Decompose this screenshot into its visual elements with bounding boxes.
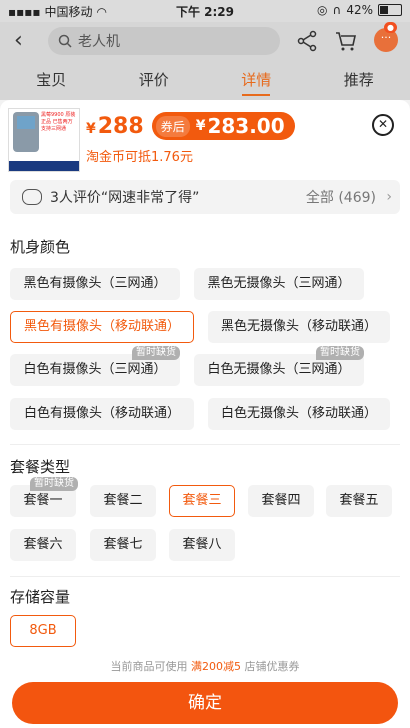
color-option[interactable]: 白色无摄像头（移动联通）	[208, 398, 390, 430]
coupon-price-badge: 券后 ¥ 283.00	[151, 112, 295, 140]
color-option[interactable]: 黑色无摄像头（三网通）	[194, 268, 364, 300]
package-option[interactable]: 套餐七	[90, 529, 156, 561]
package-option-selected[interactable]: 套餐三	[169, 485, 235, 517]
nav-bar: ‹ 老人机 ··· ●	[0, 22, 410, 60]
thumbnail-strip	[9, 161, 79, 171]
status-right: ◎ ∩ 42%	[317, 3, 402, 17]
search-placeholder: 老人机	[78, 34, 120, 50]
soldout-badge: 暂时缺货	[30, 477, 78, 491]
thumbnail-text: 黑莓9900 原装正品 已售两万 支持三网通	[41, 112, 76, 132]
price-row: ¥288 券后 ¥ 283.00	[86, 112, 295, 140]
section-title-storage: 存储容量	[10, 588, 71, 606]
color-option[interactable]: 白色有摄像头（移动联通）	[10, 398, 194, 430]
battery-icon	[378, 4, 402, 16]
tab-details[interactable]: 详情	[205, 60, 308, 100]
review-summary-bar[interactable]: 3人评价“网速非常了得” 全部 (469) ›	[10, 180, 400, 214]
tab-item[interactable]: 宝贝	[0, 60, 103, 100]
search-icon	[58, 34, 72, 48]
package-option[interactable]: 套餐六	[10, 529, 76, 561]
phone-image-icon	[13, 112, 39, 152]
cart-icon[interactable]	[334, 30, 358, 52]
soldout-badge: 暂时缺货	[316, 346, 364, 360]
section-divider	[10, 576, 400, 577]
package-option[interactable]: 套餐五	[326, 485, 392, 517]
tab-reviews[interactable]: 评价	[103, 60, 206, 100]
sku-selector-sheet: 黑莓9900 原装正品 已售两万 支持三网通 ¥288 券后 ¥ 283.00 …	[0, 100, 410, 728]
product-thumbnail[interactable]: 黑莓9900 原装正品 已售两万 支持三网通	[8, 108, 80, 172]
status-bar: ▪▪▪▪ 中国移动 ◠ 下午 2:29 ◎ ∩ 42%	[0, 0, 410, 22]
coupon-note-highlight: 满200减5	[191, 660, 241, 673]
color-option[interactable]: 黑色有摄像头（三网通）	[10, 268, 180, 300]
confirm-button[interactable]: 确定	[12, 682, 398, 724]
color-option[interactable]: 黑色无摄像头（移动联通）	[208, 311, 390, 343]
package-option[interactable]: 套餐四	[248, 485, 314, 517]
tab-recommend[interactable]: 推荐	[308, 60, 410, 100]
coupon-price: 283.00	[207, 114, 285, 138]
color-option-selected[interactable]: 黑色有摄像头（移动联通）	[10, 311, 194, 343]
chevron-right-icon: ›	[386, 189, 392, 205]
storage-option-selected[interactable]: 8GB	[10, 615, 76, 647]
coupon-currency: ¥	[195, 118, 206, 134]
battery-fill	[380, 6, 388, 14]
search-input[interactable]: 老人机	[48, 27, 280, 55]
battery-percent: 42%	[346, 3, 373, 17]
coin-note: 淘金币可抵1.76元	[86, 150, 193, 165]
price-value: 288	[97, 113, 144, 139]
section-title-color: 机身颜色	[10, 238, 71, 256]
coupon-label: 券后	[155, 115, 190, 137]
comment-icon	[22, 189, 42, 205]
headphones-icon: ∩	[332, 3, 342, 17]
coupon-note-prefix: 当前商品可使用	[110, 660, 191, 673]
coupon-note: 当前商品可使用 满200减5 店铺优惠券	[0, 658, 410, 674]
section-title-package: 套餐类型	[10, 458, 71, 476]
price: ¥288	[86, 114, 144, 139]
package-option[interactable]: 套餐二	[90, 485, 156, 517]
tab-bar: 宝贝 评价 详情 推荐	[0, 60, 410, 100]
back-button[interactable]: ‹	[14, 30, 23, 52]
share-icon[interactable]	[296, 30, 318, 52]
review-all-count: 全部 (469)	[305, 190, 376, 206]
package-option[interactable]: 套餐八	[169, 529, 235, 561]
currency-symbol: ¥	[86, 120, 96, 137]
orientation-lock-icon: ◎	[317, 3, 328, 17]
message-badge-icon: ●	[384, 22, 397, 33]
section-divider	[10, 444, 400, 445]
close-icon[interactable]: ✕	[372, 114, 394, 136]
review-summary-text: 3人评价“网速非常了得”	[50, 190, 200, 206]
soldout-badge: 暂时缺货	[132, 346, 180, 360]
coupon-note-suffix: 店铺优惠券	[241, 660, 300, 673]
